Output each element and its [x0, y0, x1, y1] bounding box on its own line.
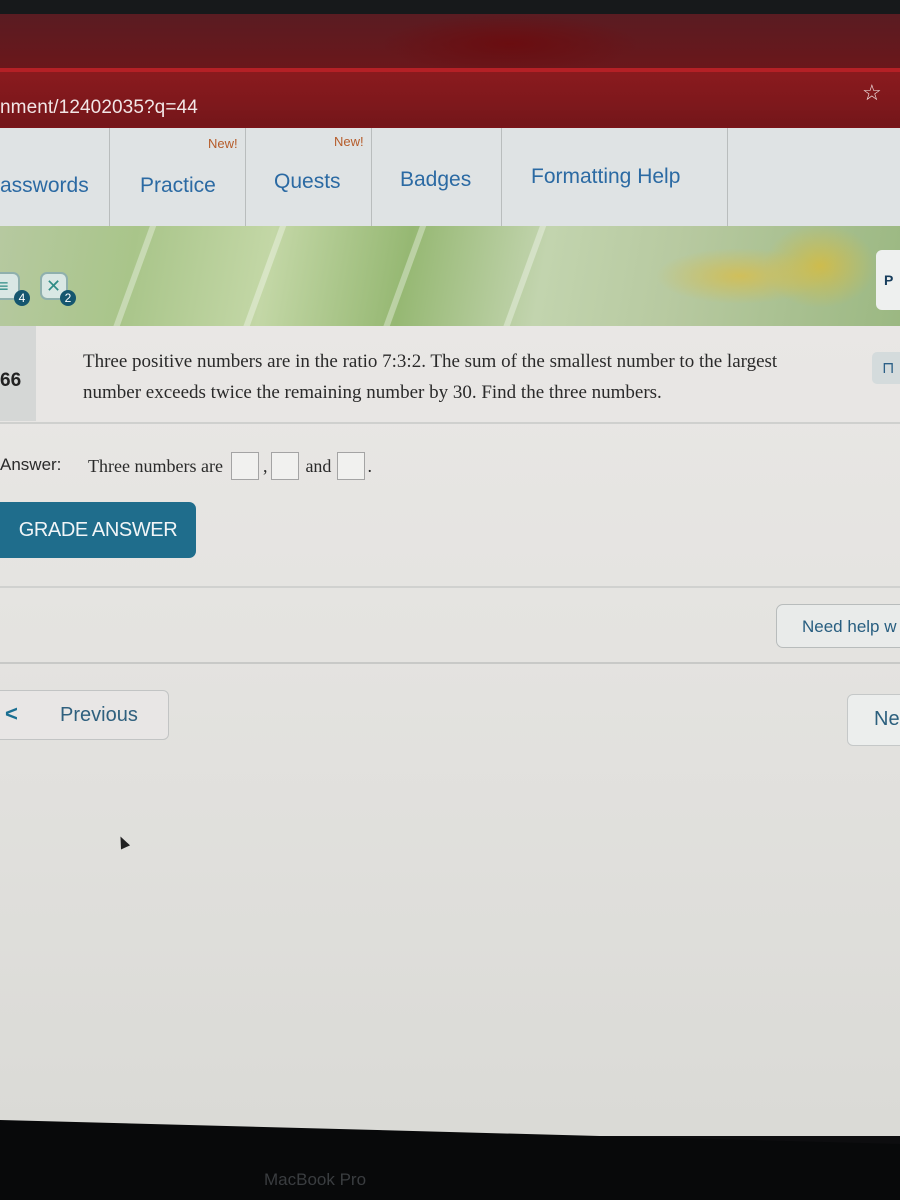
- nav-label: asswords: [0, 174, 89, 197]
- answer-input-3[interactable]: [337, 452, 366, 480]
- site-nav: asswords New! Practice New! Quests Badge…: [0, 128, 900, 230]
- and-text: and: [305, 455, 332, 476]
- nav-item-quests[interactable]: New! Quests: [246, 128, 372, 230]
- answer-line: Three numbers are , and .: [88, 452, 372, 480]
- nav-label: Badges: [400, 168, 472, 191]
- period: .: [367, 455, 372, 476]
- url-text[interactable]: nment/12402035?q=44: [0, 97, 198, 119]
- side-tab[interactable]: P: [876, 250, 900, 310]
- badge-count: 4: [14, 290, 30, 306]
- next-label: Ne: [874, 708, 900, 730]
- new-badge: New!: [208, 136, 238, 151]
- badge-count: 2: [60, 290, 76, 306]
- next-button[interactable]: Ne: [847, 694, 900, 746]
- comma: ,: [262, 455, 268, 476]
- answer-prefix: Three numbers are: [88, 455, 223, 476]
- nav-label: Formatting Help: [531, 165, 681, 188]
- new-badge: New!: [334, 134, 364, 149]
- chevron-left-icon: <: [5, 701, 18, 726]
- nav-item-practice[interactable]: New! Practice: [110, 128, 246, 230]
- bookmark-button[interactable]: ⊓: [872, 352, 900, 384]
- browser-tab-glow: [380, 14, 640, 74]
- answer-input-2[interactable]: [271, 452, 300, 480]
- device-brand-label: MacBook Pro: [264, 1170, 367, 1189]
- grade-answer-button[interactable]: GRADE ANSWER: [0, 502, 196, 558]
- problem-text: Three positive numbers are in the ratio …: [83, 351, 778, 403]
- banner-image: [0, 226, 900, 326]
- previous-label: Previous: [60, 704, 138, 726]
- nav-item-classworks[interactable]: asswords: [0, 128, 110, 230]
- divider: [0, 662, 900, 664]
- nav-item-formatting-help[interactable]: Formatting Help: [502, 128, 728, 230]
- answer-label: Answer:: [0, 455, 62, 474]
- nav-label: Practice: [140, 174, 216, 197]
- divider: [0, 422, 900, 424]
- need-help-label: Need help w: [802, 617, 897, 636]
- nav-label: Quests: [274, 170, 341, 193]
- nav-item-badges[interactable]: Badges: [372, 128, 502, 230]
- answer-input-1[interactable]: [230, 452, 259, 480]
- question-number: 66: [0, 370, 22, 391]
- previous-button[interactable]: < Previous: [0, 690, 169, 740]
- divider: [0, 586, 900, 588]
- need-help-button[interactable]: Need help w: [776, 604, 900, 648]
- star-icon[interactable]: ☆: [862, 82, 882, 104]
- bookmark-icon: ⊓: [882, 360, 895, 377]
